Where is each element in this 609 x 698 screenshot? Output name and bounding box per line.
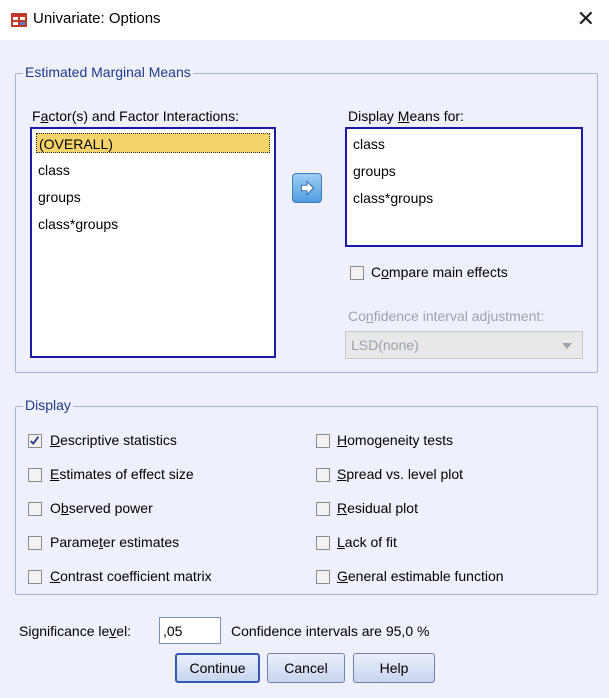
move-right-button[interactable]	[292, 173, 322, 203]
display-means-listbox[interactable]: class groups class*groups	[345, 127, 583, 247]
residual-plot-label: Residual plot	[337, 500, 418, 516]
cancel-button[interactable]: Cancel	[267, 653, 345, 683]
compare-main-effects-checkbox[interactable]	[350, 266, 364, 280]
close-icon[interactable]: ✕	[577, 6, 595, 32]
effect-size-checkbox[interactable]	[28, 468, 42, 482]
dropdown-arrow-icon	[562, 343, 572, 349]
factor-item-overall[interactable]: (OVERALL)	[36, 133, 270, 153]
confidence-intervals-text: Confidence intervals are 95,0 %	[231, 623, 430, 639]
residual-plot-checkbox[interactable]	[316, 502, 330, 516]
spread-level-plot-label: Spread vs. level plot	[337, 466, 464, 482]
parameter-estimates-checkbox[interactable]	[28, 536, 42, 550]
significance-level-input[interactable]	[159, 617, 221, 644]
factors-listbox[interactable]: (OVERALL) class groups class*groups	[30, 127, 276, 358]
observed-power-label: Observed power	[50, 500, 153, 516]
contrast-matrix-label: Contrast coefficient matrix	[50, 568, 212, 584]
descriptive-statistics-checkbox[interactable]	[28, 434, 42, 448]
factors-label: Factor(s) and Factor Interactions:	[32, 108, 239, 124]
emm-legend: Estimated Marginal Means	[23, 64, 193, 80]
compare-main-effects-label: Compare main effects	[371, 264, 508, 280]
factor-item-class[interactable]: class	[36, 160, 72, 180]
continue-button[interactable]: Continue	[175, 653, 260, 683]
factor-item-groups[interactable]: groups	[36, 187, 83, 207]
title-bar: Univariate: Options ✕	[0, 0, 609, 40]
display-item-groups[interactable]: groups	[351, 161, 398, 181]
observed-power-checkbox[interactable]	[28, 502, 42, 516]
descriptive-statistics-label: Descriptive statistics	[50, 432, 177, 448]
window-title: Univariate: Options	[33, 10, 161, 27]
help-button[interactable]: Help	[353, 653, 435, 683]
lack-of-fit-label: Lack of fit	[337, 534, 397, 550]
general-estimable-function-label: General estimable function	[337, 568, 504, 584]
factor-item-class-groups[interactable]: class*groups	[36, 214, 120, 234]
spread-level-plot-checkbox[interactable]	[316, 468, 330, 482]
lack-of-fit-checkbox[interactable]	[316, 536, 330, 550]
ci-adjustment-label: Confidence interval adjustment:	[348, 308, 545, 324]
homogeneity-tests-label: Homogeneity tests	[337, 432, 453, 448]
significance-level-label: Significance level:	[19, 623, 132, 639]
ci-adjustment-value: LSD(none)	[351, 337, 419, 353]
display-means-label: Display Means for:	[348, 108, 464, 124]
display-item-class-groups[interactable]: class*groups	[351, 188, 435, 208]
ci-adjustment-dropdown[interactable]: LSD(none)	[345, 331, 583, 359]
parameter-estimates-label: Parameter estimates	[50, 534, 180, 550]
display-legend: Display	[23, 397, 73, 413]
effect-size-label: Estimates of effect size	[50, 466, 194, 482]
contrast-matrix-checkbox[interactable]	[28, 570, 42, 584]
app-table-icon	[11, 13, 27, 27]
move-right-arrow-icon	[300, 180, 315, 196]
checkmark-icon	[30, 436, 40, 446]
display-item-class[interactable]: class	[351, 134, 387, 154]
homogeneity-tests-checkbox[interactable]	[316, 434, 330, 448]
general-estimable-function-checkbox[interactable]	[316, 570, 330, 584]
